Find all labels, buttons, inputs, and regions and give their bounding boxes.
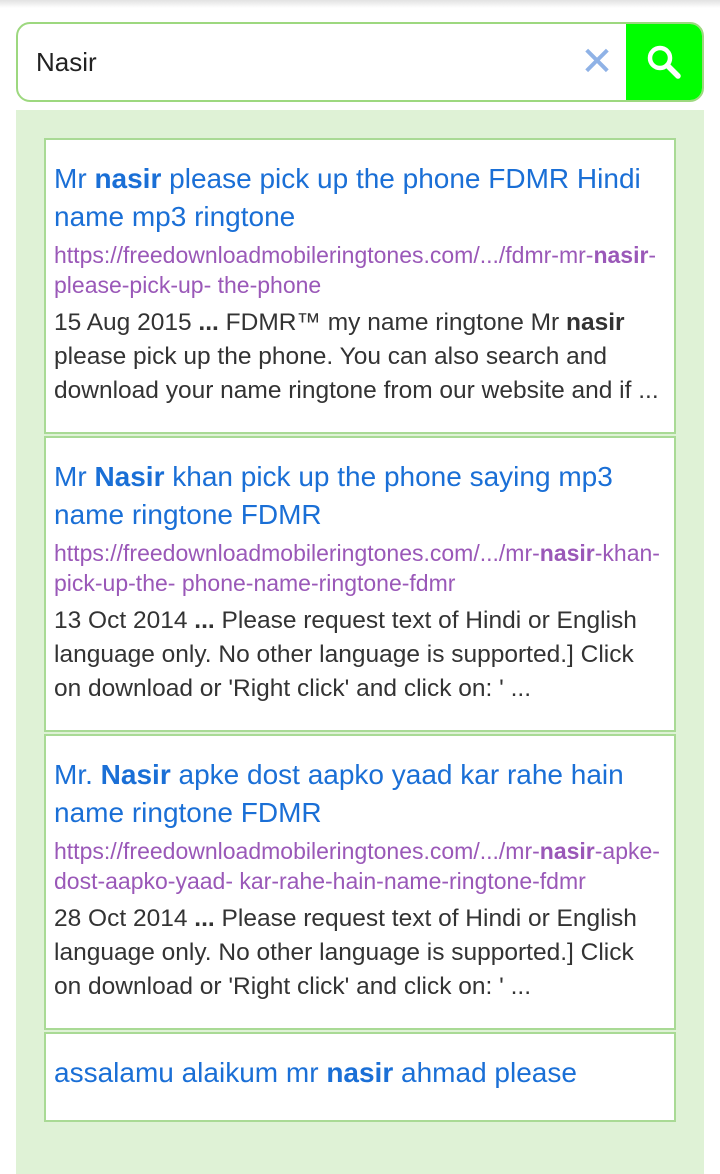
- result-title-link[interactable]: Mr Nasir khan pick up the phone saying m…: [54, 458, 666, 534]
- title-text: Mr.: [54, 759, 101, 790]
- snippet-keyword: nasir: [566, 309, 625, 336]
- result-snippet: 15 Aug 2015 ... FDMR™ my name ringtone M…: [54, 306, 666, 408]
- snippet-date: 28 Oct 2014: [54, 905, 188, 932]
- close-icon: ✕: [580, 39, 614, 85]
- title-text: Mr: [54, 461, 95, 492]
- snippet-date: 15 Aug 2015: [54, 309, 192, 336]
- result-item: Mr. Nasir apke dost aapko yaad kar rahe …: [44, 734, 676, 1030]
- title-text: assalamu alaikum mr: [54, 1057, 327, 1088]
- title-text: Mr: [54, 163, 95, 194]
- result-item: assalamu alaikum mr nasir ahmad please: [44, 1032, 676, 1122]
- snippet-ellipsis: ...: [187, 905, 222, 932]
- snippet-ellipsis: ...: [187, 607, 222, 634]
- url-keyword: nasir: [539, 540, 595, 566]
- results-list: Mr nasir please pick up the phone FDMR H…: [44, 138, 676, 1124]
- top-shadow: [0, 0, 720, 8]
- snippet-ellipsis: ...: [191, 309, 226, 336]
- title-keyword: nasir: [94, 163, 162, 194]
- snippet-date: 13 Oct 2014: [54, 607, 188, 634]
- result-url: https://freedownloadmobileringtones.com/…: [54, 836, 666, 896]
- results-panel: Mr nasir please pick up the phone FDMR H…: [16, 110, 704, 1174]
- title-text: ahmad please: [393, 1057, 577, 1088]
- search-bar: ✕: [16, 22, 704, 102]
- result-url: https://freedownloadmobileringtones.com/…: [54, 538, 666, 598]
- search-button[interactable]: [626, 24, 702, 100]
- title-keyword: nasir: [326, 1057, 394, 1088]
- result-item: Mr Nasir khan pick up the phone saying m…: [44, 436, 676, 732]
- url-text: https://freedownloadmobileringtones.com/…: [54, 242, 594, 268]
- title-keyword: Nasir: [94, 461, 165, 492]
- search-input[interactable]: [18, 24, 568, 100]
- url-text: https://freedownloadmobileringtones.com/…: [54, 838, 540, 864]
- magnifier-icon: [647, 45, 681, 79]
- result-url: https://freedownloadmobileringtones.com/…: [54, 240, 666, 300]
- result-snippet: 28 Oct 2014 ... Please request text of H…: [54, 902, 666, 1004]
- clear-button[interactable]: ✕: [568, 24, 626, 100]
- url-keyword: nasir: [539, 838, 595, 864]
- snippet-text: FDMR™ my name ringtone Mr: [225, 309, 567, 336]
- result-snippet: 13 Oct 2014 ... Please request text of H…: [54, 604, 666, 706]
- result-item: Mr nasir please pick up the phone FDMR H…: [44, 138, 676, 434]
- url-keyword: nasir: [593, 242, 649, 268]
- title-keyword: Nasir: [100, 759, 171, 790]
- result-title-link[interactable]: Mr. Nasir apke dost aapko yaad kar rahe …: [54, 756, 666, 832]
- result-title-link[interactable]: assalamu alaikum mr nasir ahmad please: [54, 1054, 666, 1092]
- snippet-text: please pick up the phone. You can also s…: [54, 343, 659, 404]
- url-text: https://freedownloadmobileringtones.com/…: [54, 540, 540, 566]
- result-title-link[interactable]: Mr nasir please pick up the phone FDMR H…: [54, 160, 666, 236]
